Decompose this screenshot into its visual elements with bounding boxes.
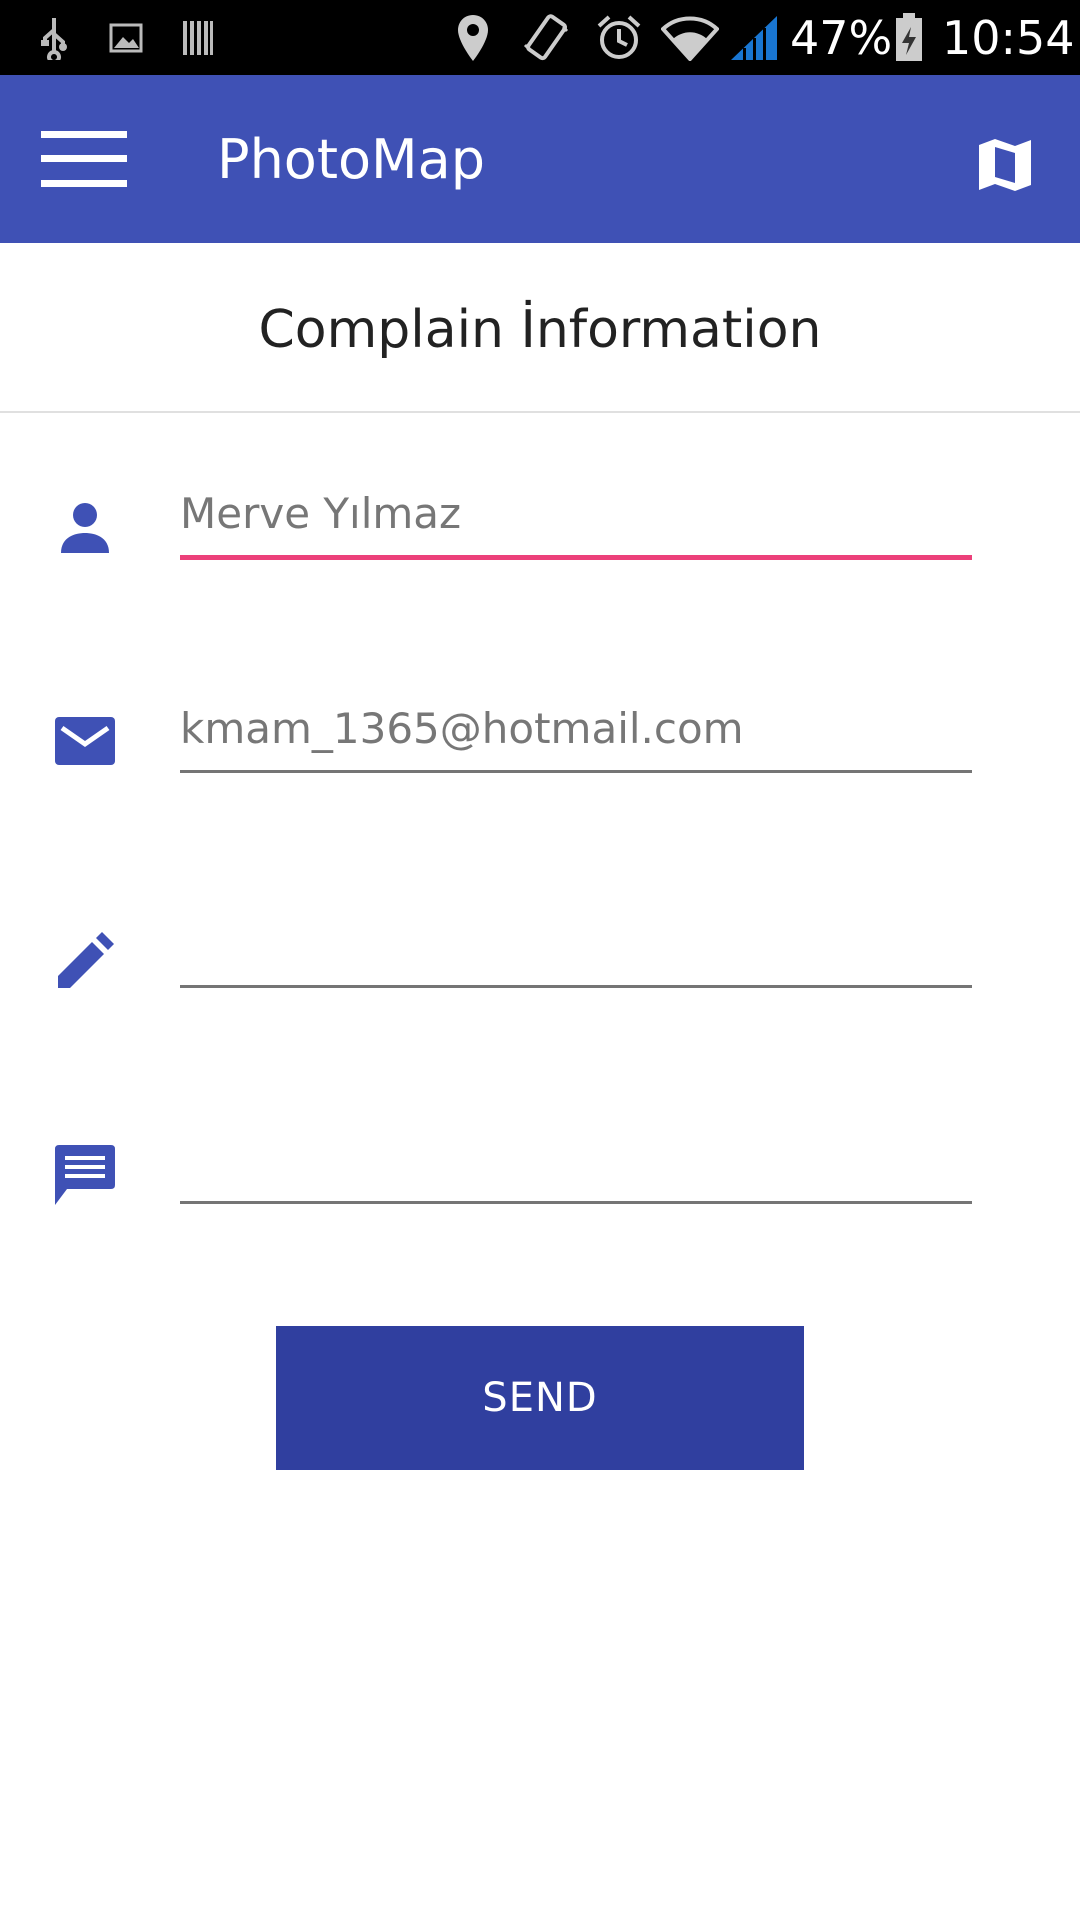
signal-icon	[728, 12, 780, 64]
map-icon	[979, 139, 1031, 191]
email-icon	[50, 706, 120, 776]
subject-row	[0, 908, 1080, 1018]
usb-icon	[36, 12, 72, 64]
email-value: kmam_1365@hotmail.com	[180, 704, 744, 753]
battery-icon	[892, 12, 926, 64]
send-button[interactable]: SEND	[276, 1326, 804, 1470]
vibrate-icon	[521, 12, 571, 64]
page-title: Complain İnformation	[258, 300, 822, 360]
message-field[interactable]	[180, 1124, 972, 1204]
message-row	[0, 1124, 1080, 1234]
name-value: Merve Yılmaz	[180, 489, 462, 538]
battery-percent: 47%	[790, 11, 893, 65]
page-header: Complain İnformation	[0, 243, 1080, 413]
message-icon	[50, 1140, 120, 1210]
email-field[interactable]: kmam_1365@hotmail.com	[180, 693, 972, 773]
status-bar: 47% 10:54	[0, 0, 1080, 75]
wifi-icon	[660, 12, 720, 64]
menu-button[interactable]	[30, 117, 138, 201]
menu-icon	[41, 131, 127, 187]
image-icon	[108, 12, 144, 64]
clock: 10:54	[942, 11, 1075, 65]
name-row: Merve Yılmaz	[0, 480, 1080, 590]
email-row: kmam_1365@hotmail.com	[0, 693, 1080, 803]
map-button[interactable]	[960, 123, 1050, 207]
pencil-icon	[50, 926, 120, 996]
alarm-icon	[594, 12, 644, 64]
app-bar: PhotoMap	[0, 75, 1080, 243]
barcode-icon	[180, 12, 216, 64]
app-title: PhotoMap	[217, 128, 485, 191]
subject-field[interactable]	[180, 908, 972, 988]
location-icon	[453, 12, 493, 64]
name-field[interactable]: Merve Yılmaz	[180, 480, 972, 560]
person-icon	[50, 492, 120, 562]
